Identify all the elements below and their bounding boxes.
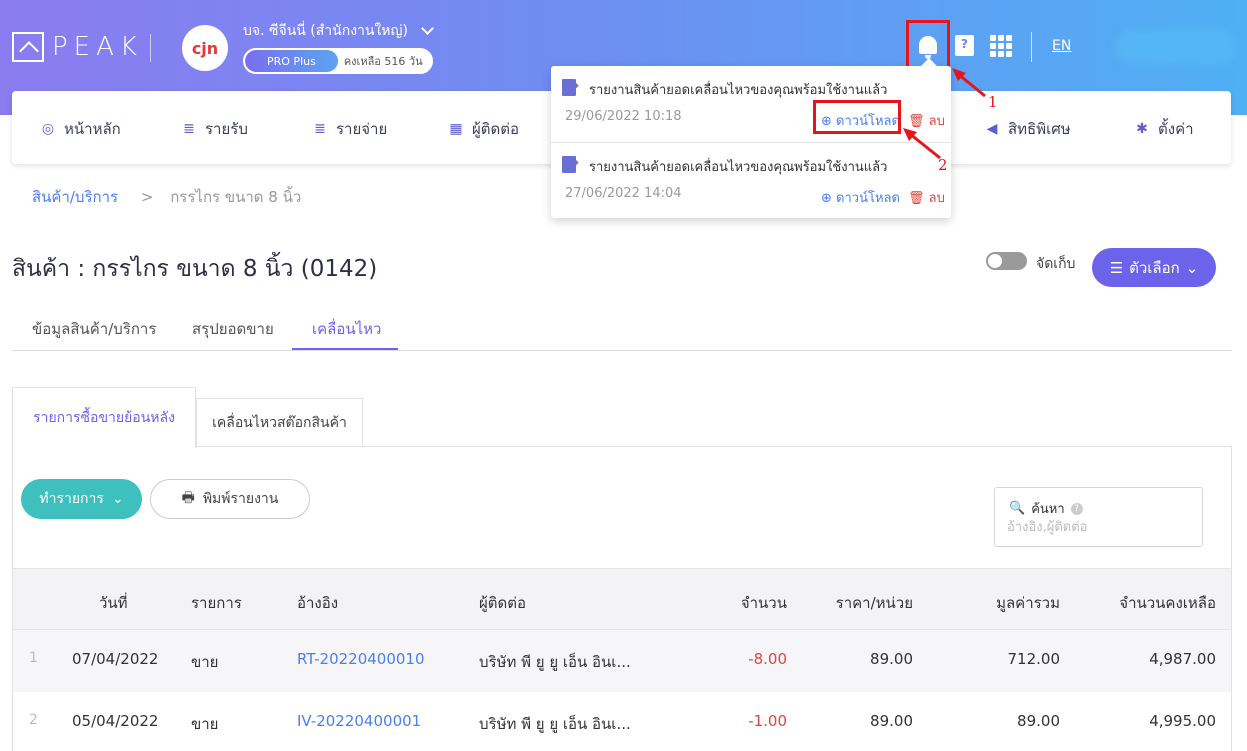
annotation-arrow-2 bbox=[909, 132, 941, 160]
annotation-arrow-1 bbox=[957, 72, 986, 98]
annotation-arrows bbox=[903, 68, 986, 160]
annotation-label-1: 1 bbox=[988, 93, 998, 111]
annotation-label-2: 2 bbox=[938, 156, 948, 174]
